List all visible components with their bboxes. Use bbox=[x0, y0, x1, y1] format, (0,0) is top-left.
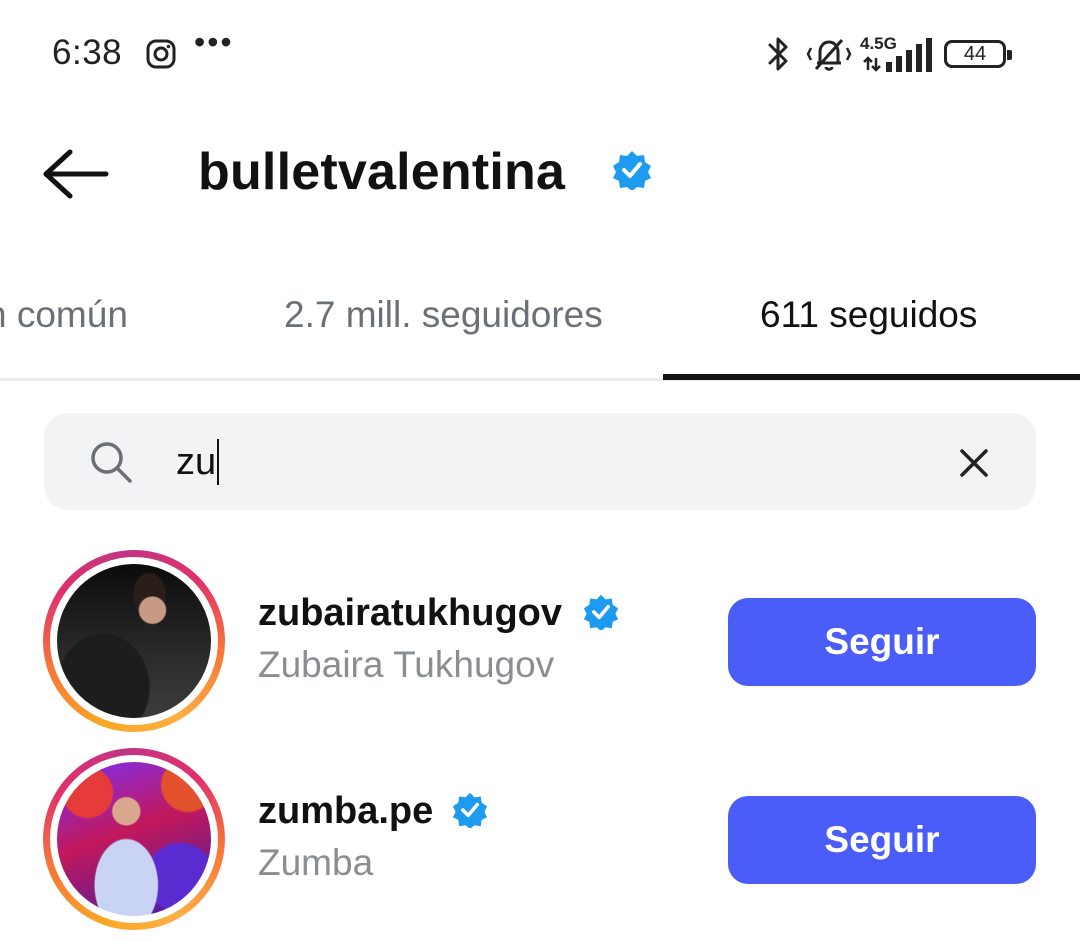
search-input-value: zu bbox=[176, 441, 217, 483]
avatar bbox=[57, 564, 211, 718]
tab-following[interactable]: 611 seguidos bbox=[760, 294, 977, 336]
instagram-icon bbox=[146, 39, 176, 69]
more-notifications-icon: ••• bbox=[194, 24, 234, 60]
username[interactable]: zumba.pe bbox=[258, 790, 433, 833]
bluetooth-icon bbox=[768, 37, 788, 71]
screen: 6:38 ••• 4.5G 44 bulletvalentina n común… bbox=[0, 0, 1080, 942]
verified-badge-icon bbox=[452, 792, 488, 828]
avatar-border bbox=[50, 557, 218, 725]
battery-icon: 44 bbox=[944, 40, 1012, 68]
tab-bar: n común 2.7 mill. seguidores 611 seguido… bbox=[0, 270, 1080, 382]
search-icon bbox=[91, 442, 132, 483]
clear-search-icon[interactable] bbox=[956, 445, 992, 481]
username[interactable]: zubairatukhugov bbox=[258, 592, 562, 635]
follow-button[interactable]: Seguir bbox=[728, 796, 1036, 884]
battery-level: 44 bbox=[963, 43, 987, 65]
status-time: 6:38 bbox=[52, 33, 123, 72]
text-cursor bbox=[217, 439, 220, 485]
tab-in-common[interactable]: n común bbox=[0, 294, 128, 336]
full-name: Zumba bbox=[258, 842, 374, 883]
signal-icon bbox=[863, 38, 932, 72]
avatar-border bbox=[50, 755, 218, 923]
active-tab-indicator bbox=[663, 374, 1080, 380]
search-input[interactable]: zu bbox=[176, 433, 220, 491]
avatar bbox=[57, 762, 211, 916]
search-bar[interactable]: zu bbox=[44, 413, 1036, 510]
profile-header: bulletvalentina bbox=[0, 108, 1080, 240]
story-ring[interactable] bbox=[43, 550, 225, 732]
list-item[interactable]: zubairatukhugov Zubaira Tukhugov Seguir bbox=[0, 550, 1080, 740]
back-arrow-icon[interactable] bbox=[40, 148, 112, 200]
list-item[interactable]: zumba.pe Zumba Seguir bbox=[0, 748, 1080, 938]
full-name: Zubaira Tukhugov bbox=[258, 644, 555, 685]
tab-followers[interactable]: 2.7 mill. seguidores bbox=[284, 294, 603, 336]
story-ring[interactable] bbox=[43, 748, 225, 930]
verified-badge-icon bbox=[613, 151, 651, 190]
verified-badge-icon bbox=[583, 594, 619, 630]
follow-button[interactable]: Seguir bbox=[728, 598, 1036, 686]
muted-bell-icon bbox=[806, 38, 852, 71]
status-bar: 6:38 ••• 4.5G 44 bbox=[0, 0, 1080, 108]
page-title: bulletvalentina bbox=[198, 143, 566, 201]
